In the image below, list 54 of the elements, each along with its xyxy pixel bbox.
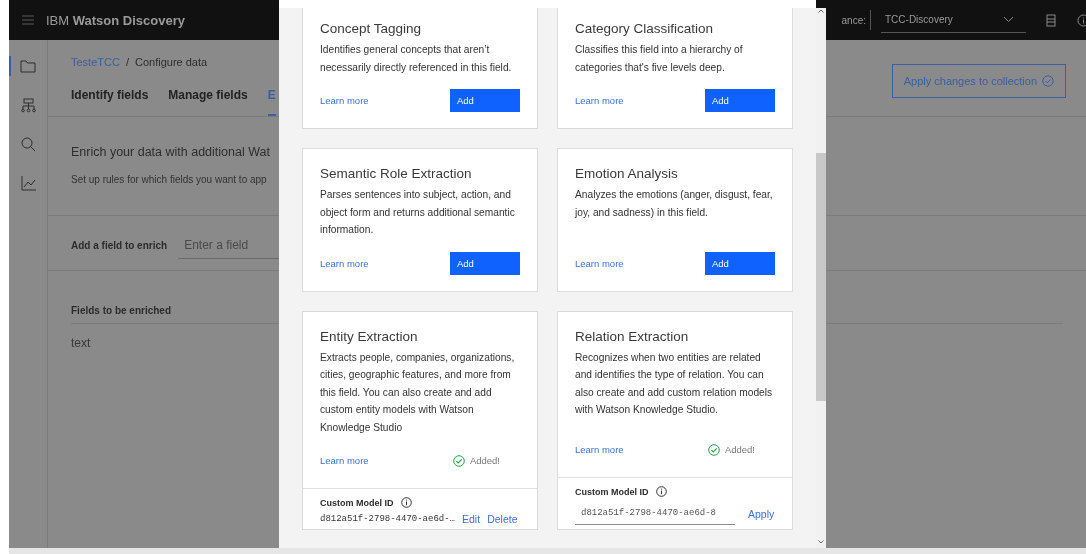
- card-description: Classifies this field into a hierarchy of categories that's five levels deep.: [575, 43, 744, 75]
- scroll-up-icon[interactable]: [818, 9, 824, 13]
- card-title: Category Classification: [575, 21, 715, 36]
- added-status: Added!: [724, 444, 755, 455]
- card-title: Concept Tagging: [320, 21, 423, 36]
- info-icon[interactable]: [1077, 13, 1086, 27]
- card-title: Relation Extraction: [575, 328, 690, 344]
- product-name: IBM Watson Discovery: [46, 12, 185, 28]
- breadcrumb-item: Configure data: [134, 56, 208, 68]
- card-description: Extracts people, companies, organizations, cities, geographic features, and more from this field. You can also create and add custom entity models with Watson Knowledge Studio: [320, 350, 516, 435]
- add-button[interactable]: Add: [705, 251, 775, 275]
- horizontal-scrollbar[interactable]: [9, 548, 1086, 554]
- field-label: Custom Model ID: [320, 497, 394, 508]
- table-cell: text: [71, 336, 91, 350]
- check-circle-icon: [1042, 75, 1054, 87]
- info-icon[interactable]: [400, 497, 412, 508]
- field-label: Custom Model ID: [575, 486, 649, 497]
- card-description: Recognizes when two entities are related and identifies the type of relation. You can also create and add custom relation models with Watson Knowledge Studio.: [575, 350, 774, 417]
- breadcrumb-separator: /: [125, 56, 129, 68]
- added-status: Added!: [469, 455, 500, 466]
- action-link[interactable]: Edit: [462, 513, 481, 525]
- section-title: Enrich your data with additional Wat: [71, 145, 270, 159]
- tab[interactable]: Identify fields: [71, 88, 149, 116]
- action-link[interactable]: Apply: [748, 507, 775, 520]
- check-circle-icon: [707, 443, 720, 456]
- add-button[interactable]: Add: [705, 89, 775, 112]
- info-icon[interactable]: [655, 486, 667, 497]
- learn-more-link[interactable]: Learn more: [575, 95, 624, 106]
- scroll-down-icon[interactable]: [818, 540, 824, 544]
- check-circle-icon: [452, 454, 465, 467]
- add-button[interactable]: Add: [450, 251, 520, 275]
- card-description: Analyzes the emotions (anger, disgust, fear, joy, and sadness) in this field.: [575, 188, 774, 220]
- field-label: Add a field to enrich: [71, 240, 168, 251]
- learn-more-link[interactable]: Learn more: [575, 257, 624, 269]
- menu-icon[interactable]: [22, 15, 34, 25]
- instance-dropdown[interactable]: TCC-Discovery: [881, 7, 1026, 33]
- instance-label: ance:: [841, 14, 866, 26]
- learn-more-link[interactable]: Learn more: [575, 444, 624, 455]
- tab[interactable]: Manage fields: [168, 88, 248, 116]
- learn-more-link[interactable]: Learn more: [320, 95, 369, 106]
- learn-more-link[interactable]: Learn more: [320, 257, 369, 269]
- card-title: Emotion Analysis: [575, 166, 679, 181]
- section-subtitle: Set up rules for which fields you want to app: [71, 174, 267, 185]
- model-id: d812a51f-2798-4470-ae6d-…: [320, 514, 456, 524]
- document-icon[interactable]: [1046, 13, 1056, 27]
- card-title: Entity Extraction: [320, 328, 419, 344]
- caret-icon: [1003, 16, 1014, 23]
- learn-more-link[interactable]: Learn more: [320, 455, 369, 466]
- scrollbar-thumb[interactable]: [816, 153, 826, 401]
- action-link[interactable]: Delete: [487, 513, 518, 525]
- card-title: Semantic Role Extraction: [320, 166, 473, 181]
- add-button[interactable]: Add: [450, 89, 520, 112]
- card-description: Identifies general concepts that aren’t necessarily directly referenced in this field.: [320, 43, 513, 75]
- card-description: Parses sentences into subject, action, and object form and returns additional semantic information.: [320, 188, 516, 237]
